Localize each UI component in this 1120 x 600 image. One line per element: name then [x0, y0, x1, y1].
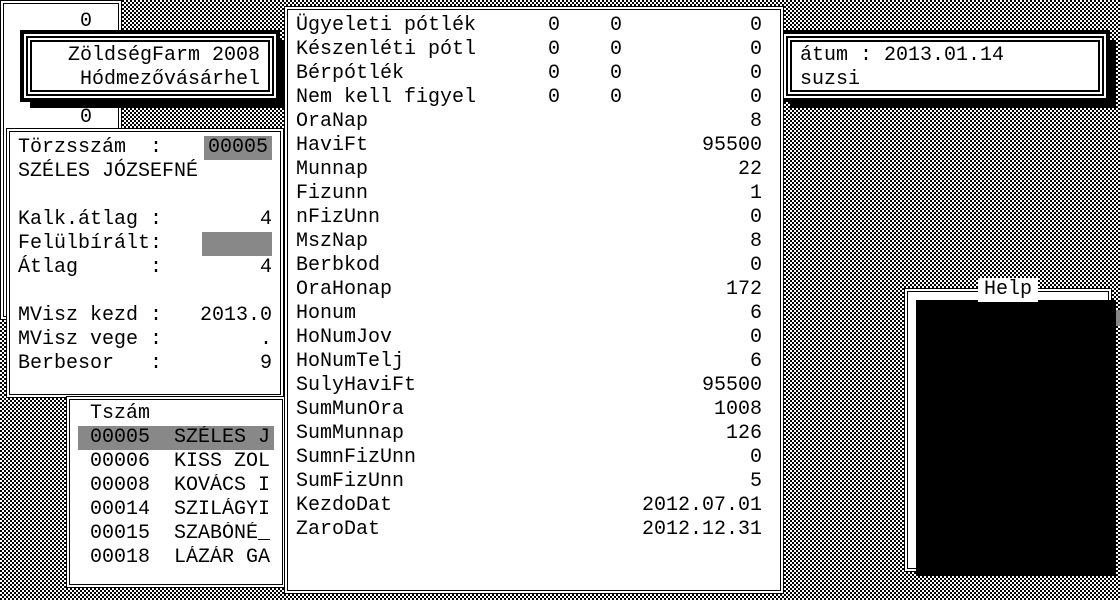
- header-left: ZöldségFarm 2008 Hódmezővásárhel: [20, 30, 280, 102]
- date-label: átum :: [800, 44, 872, 68]
- center-row: KezdoDat2012.07.01: [296, 494, 772, 518]
- kalk-value: 4: [260, 208, 272, 232]
- torzs-label: Törzsszám :: [18, 136, 162, 160]
- center-row: OraHonap172: [296, 278, 772, 302]
- center-row: SumFizUnn5: [296, 470, 772, 494]
- center-row: SumnFizUnn0: [296, 446, 772, 470]
- mvk-label: MVisz kezd :: [18, 304, 162, 328]
- atlag-label: Átlag :: [18, 256, 162, 280]
- center-row: HoNumTelj6: [296, 350, 772, 374]
- date-value: 2013.01.14: [884, 44, 1004, 68]
- center-row: SulyHaviFt95500: [296, 374, 772, 398]
- help-item[interactable]: K-Keresés: [918, 426, 1100, 450]
- header-right: átum : 2013.01.14 suzsi: [780, 30, 1110, 102]
- center-row: SumMunOra1008: [296, 398, 772, 422]
- employee-panel: Törzsszám : 00005 SZÉLES JÓZSEFNÉ Kalk.á…: [6, 128, 284, 398]
- help-item[interactable]: Vége: [918, 306, 1100, 330]
- center-row: SumMunnap126: [296, 422, 772, 446]
- help-item[interactable]: Ujat ad: [918, 474, 1100, 498]
- center-row: Nem kell figyel000: [296, 86, 772, 110]
- app-title-1: ZöldségFarm 2008: [40, 44, 260, 68]
- help-item[interactable]: M-Szürés: [918, 450, 1100, 474]
- list-header: Tszám: [78, 402, 274, 426]
- user-name: suzsi: [800, 68, 1090, 92]
- center-row: Honum6: [296, 302, 772, 326]
- felul-value[interactable]: [202, 232, 272, 256]
- center-row: Készenléti pótl000: [296, 38, 772, 62]
- center-data-panel: Ügyeleti pótlék000Készenléti pótl000Bérp…: [284, 6, 784, 594]
- berb-label: Berbesor :: [18, 352, 162, 376]
- center-row: HaviFt95500: [296, 134, 772, 158]
- center-row: HoNumJov0: [296, 326, 772, 350]
- mvk-value: 2013.0: [200, 304, 272, 328]
- help-item[interactable]: Javítás: [918, 498, 1100, 522]
- help-item[interactable]: Cacl.Adat: [918, 378, 1100, 402]
- felul-label: Felülbírált:: [18, 232, 162, 256]
- center-row: MszNap8: [296, 230, 772, 254]
- employee-list[interactable]: Tszám 00005 SZÉLES J 00006 KISS ZOL 0000…: [66, 396, 286, 588]
- help-item[interactable]: D-törlés: [918, 522, 1100, 546]
- kalk-label: Kalk.átlag :: [18, 208, 162, 232]
- mvv-value: .: [260, 328, 272, 352]
- list-item[interactable]: 00018 LÁZÁR GA: [78, 546, 274, 570]
- help-blank: [918, 402, 1100, 426]
- list-item[interactable]: 00014 SZILÁGYI: [78, 498, 274, 522]
- app-title-2: Hódmezővásárhel: [40, 68, 260, 92]
- torzs-value[interactable]: 00005: [204, 136, 272, 160]
- center-row: Fizunn1: [296, 182, 772, 206]
- list-item[interactable]: 00006 KISS ZOL: [78, 450, 274, 474]
- center-row: ZaroDat2012.12.31: [296, 518, 772, 542]
- help-item[interactable]: ↓-Le: [918, 354, 1100, 378]
- list-item[interactable]: 00005 SZÉLES J: [78, 426, 274, 450]
- list-item[interactable]: 00008 KOVÁCS I: [78, 474, 274, 498]
- mvv-label: MVisz vege :: [18, 328, 162, 352]
- right-value: 0: [80, 106, 92, 130]
- center-row: Munnap22: [296, 158, 772, 182]
- center-row: Berbkod0: [296, 254, 772, 278]
- help-title: Help: [978, 278, 1038, 302]
- center-row: Ügyeleti pótlék000: [296, 14, 772, 38]
- help-item[interactable]: ↑-Fel: [918, 330, 1100, 354]
- center-row: OraNap8: [296, 110, 772, 134]
- center-row: Bérpótlék000: [296, 62, 772, 86]
- help-panel: Help Vége↑-Fel↓-LeCacl.Adat K-KeresésM-S…: [904, 288, 1112, 572]
- list-item[interactable]: 00015 SZABÓNÉ_: [78, 522, 274, 546]
- employee-name: SZÉLES JÓZSEFNÉ: [18, 160, 272, 184]
- center-row: nFizUnn0: [296, 206, 772, 230]
- berb-value: 9: [260, 352, 272, 376]
- atlag-value: 4: [260, 256, 272, 280]
